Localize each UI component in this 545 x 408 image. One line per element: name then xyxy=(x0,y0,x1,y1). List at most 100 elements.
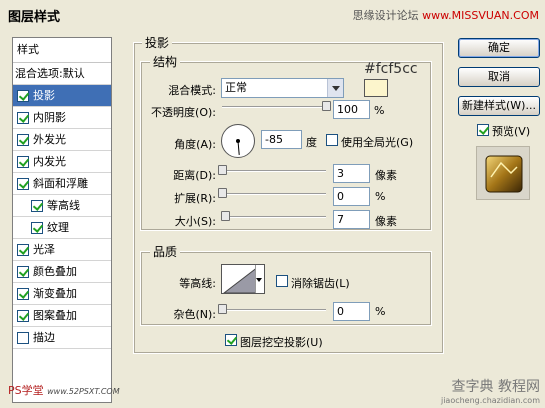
angle-dial[interactable] xyxy=(221,124,255,158)
opacity-input[interactable]: 100 xyxy=(333,100,370,119)
style-item-label: 内发光 xyxy=(33,154,66,168)
global-light-checkbox[interactable] xyxy=(326,134,338,146)
blend-options-item[interactable]: 混合选项:默认 xyxy=(13,63,111,85)
style-item[interactable]: 投影 xyxy=(13,85,111,107)
size-label: 大小(S): xyxy=(174,215,216,228)
shadow-color-swatch[interactable] xyxy=(364,79,388,97)
gold-style-preview-icon xyxy=(485,155,523,193)
distance-label: 距离(D): xyxy=(173,169,216,182)
style-item[interactable]: 颜色叠加 xyxy=(13,261,111,283)
quality-title: 品质 xyxy=(150,243,181,260)
style-item-checkbox[interactable] xyxy=(31,221,43,234)
distance-slider-thumb[interactable] xyxy=(218,165,227,175)
watermark-top-text: 思缘设计论坛 xyxy=(352,9,419,22)
style-item-checkbox[interactable] xyxy=(17,265,29,278)
noise-input[interactable]: 0 xyxy=(333,302,370,321)
global-light-label: 使用全局光(G) xyxy=(341,136,414,149)
cancel-button[interactable]: 取消 xyxy=(458,67,540,87)
bottom-logo-b: www.52PSXT.COM xyxy=(47,387,120,396)
watermark-top-url: www.MISSVUAN.COM xyxy=(422,9,539,22)
angle-dial-needle xyxy=(236,139,240,155)
style-item[interactable]: 内阴影 xyxy=(13,107,111,129)
style-item[interactable]: 斜面和浮雕 xyxy=(13,173,111,195)
style-item-label: 等高线 xyxy=(47,198,80,212)
style-item[interactable]: 纹理 xyxy=(13,217,111,239)
style-item-label: 颜色叠加 xyxy=(33,264,77,278)
angle-unit: 度 xyxy=(306,136,317,149)
knockout-checkbox[interactable] xyxy=(225,334,237,346)
styles-list: 样式 混合选项:默认 投影内阴影外发光内发光斜面和浮雕等高线纹理光泽颜色叠加渐变… xyxy=(12,37,112,403)
size-unit: 像素 xyxy=(375,215,397,228)
title-bar: 图层样式 思缘设计论坛 www.MISSVUAN.COM xyxy=(0,0,545,30)
opacity-slider-thumb[interactable] xyxy=(322,101,331,111)
antialias-label: 消除锯齿(L) xyxy=(291,277,350,290)
watermark-bottom-url: jiaocheng.chazidian.com xyxy=(440,396,540,405)
opacity-slider-track[interactable] xyxy=(222,106,326,108)
angle-input[interactable]: -85 xyxy=(261,130,302,149)
style-item-checkbox[interactable] xyxy=(17,331,29,344)
style-item[interactable]: 等高线 xyxy=(13,195,111,217)
ok-button[interactable]: 确定 xyxy=(458,38,540,58)
style-item-checkbox[interactable] xyxy=(17,155,29,168)
style-item-checkbox[interactable] xyxy=(17,309,29,322)
watermark-top: 思缘设计论坛 www.MISSVUAN.COM xyxy=(353,7,539,23)
style-item-label: 投影 xyxy=(33,88,55,102)
bottom-logo-a: PS学堂 xyxy=(8,384,44,397)
style-item-label: 外发光 xyxy=(33,132,66,146)
style-item-checkbox[interactable] xyxy=(17,243,29,256)
knockout-label: 图层挖空投影(U) xyxy=(240,336,323,349)
chevron-down-icon xyxy=(256,278,262,282)
style-item-checkbox[interactable] xyxy=(17,177,29,190)
new-style-button[interactable]: 新建样式(W)... xyxy=(458,96,540,116)
style-item-label: 描边 xyxy=(33,330,55,344)
style-item[interactable]: 图案叠加 xyxy=(13,305,111,327)
style-item-label: 图案叠加 xyxy=(33,308,77,322)
distance-unit: 像素 xyxy=(375,169,397,182)
spread-slider-thumb[interactable] xyxy=(218,188,227,198)
spread-input[interactable]: 0 xyxy=(333,187,370,206)
style-item-label: 光泽 xyxy=(33,242,55,256)
style-item-checkbox[interactable] xyxy=(17,287,29,300)
chevron-down-icon xyxy=(327,79,343,97)
style-item-checkbox[interactable] xyxy=(17,89,29,102)
contour-preview[interactable] xyxy=(221,264,265,294)
style-item-checkbox[interactable] xyxy=(31,199,43,212)
spread-unit: % xyxy=(375,190,386,203)
spread-slider-track[interactable] xyxy=(222,193,326,195)
style-item-checkbox[interactable] xyxy=(17,111,29,124)
structure-title: 结构 xyxy=(150,53,181,70)
drop-shadow-title: 投影 xyxy=(142,34,173,51)
contour-label: 等高线: xyxy=(179,277,216,290)
opacity-label: 不透明度(O): xyxy=(151,106,216,119)
style-item[interactable]: 描边 xyxy=(13,327,111,349)
angle-label: 角度(A): xyxy=(174,138,216,151)
preview-checkbox[interactable] xyxy=(477,124,489,136)
size-input[interactable]: 7 xyxy=(333,210,370,229)
style-item-label: 斜面和浮雕 xyxy=(33,176,88,190)
size-slider-track[interactable] xyxy=(222,216,326,218)
style-item-checkbox[interactable] xyxy=(17,133,29,146)
style-item-label: 渐变叠加 xyxy=(33,286,77,300)
antialias-checkbox[interactable] xyxy=(276,275,288,287)
distance-input[interactable]: 3 xyxy=(333,164,370,183)
size-slider-thumb[interactable] xyxy=(221,211,231,221)
style-item-label: 纹理 xyxy=(47,220,69,234)
style-item[interactable]: 外发光 xyxy=(13,129,111,151)
distance-slider-track[interactable] xyxy=(222,170,326,172)
noise-slider-thumb[interactable] xyxy=(218,304,227,314)
style-item[interactable]: 光泽 xyxy=(13,239,111,261)
watermark-bottom: 查字典 教程网 jiaocheng.chazidian.com xyxy=(441,376,540,405)
noise-slider-track[interactable] xyxy=(222,309,326,311)
styles-header[interactable]: 样式 xyxy=(13,38,111,63)
style-item-label: 内阴影 xyxy=(33,110,66,124)
opacity-unit: % xyxy=(374,104,385,117)
style-item[interactable]: 渐变叠加 xyxy=(13,283,111,305)
shadow-color-hex: #fcf5cc xyxy=(364,61,418,77)
bottom-logo: PS学堂 www.52PSXT.COM xyxy=(8,382,120,398)
noise-label: 杂色(N): xyxy=(173,308,216,321)
window-title: 图层样式 xyxy=(8,10,61,25)
watermark-bottom-text: 查字典 教程网 xyxy=(451,379,540,395)
style-item[interactable]: 内发光 xyxy=(13,151,111,173)
blend-mode-select[interactable]: 正常 xyxy=(221,78,344,98)
style-preview-thumbnail xyxy=(476,146,530,200)
